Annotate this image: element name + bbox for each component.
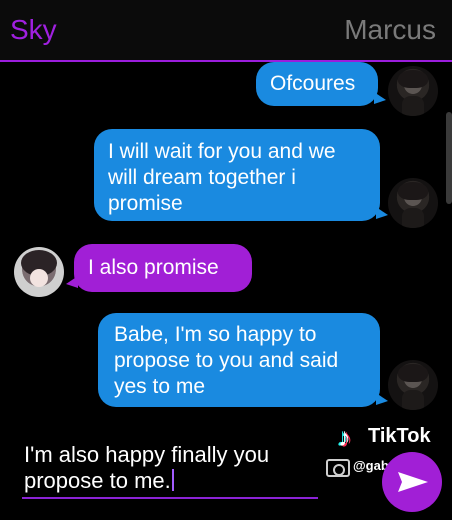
avatar[interactable] xyxy=(388,360,438,410)
message-bubble[interactable]: I will wait for you and we will dream to… xyxy=(94,129,388,221)
message-input-value: I'm also happy finally you propose to me… xyxy=(24,442,270,493)
tiktok-note-icon: ♪ xyxy=(338,422,351,452)
chat-header: Sky Marcus xyxy=(0,0,452,62)
contact-name-left[interactable]: Sky xyxy=(10,14,57,46)
avatar[interactable] xyxy=(388,178,438,228)
send-button[interactable] xyxy=(382,452,442,512)
message-bubble[interactable]: Ofcoures xyxy=(256,62,386,106)
message-input[interactable]: I'm also happy finally you propose to me… xyxy=(24,442,316,494)
tiktok-logo: ♪ TikTok xyxy=(338,422,450,452)
tiktok-wordmark: TikTok xyxy=(368,425,431,447)
contact-name-right[interactable]: Marcus xyxy=(344,14,436,46)
text-caret xyxy=(171,469,174,491)
message-bubble[interactable]: Babe, I'm so happy to propose to you and… xyxy=(98,313,388,407)
avatar[interactable] xyxy=(388,66,438,116)
send-icon xyxy=(398,472,428,492)
message-bubble[interactable]: I also promise xyxy=(66,244,252,292)
avatar[interactable] xyxy=(14,247,64,297)
scrollbar[interactable] xyxy=(446,112,452,204)
input-underline xyxy=(22,497,318,499)
camera-icon xyxy=(326,459,350,477)
